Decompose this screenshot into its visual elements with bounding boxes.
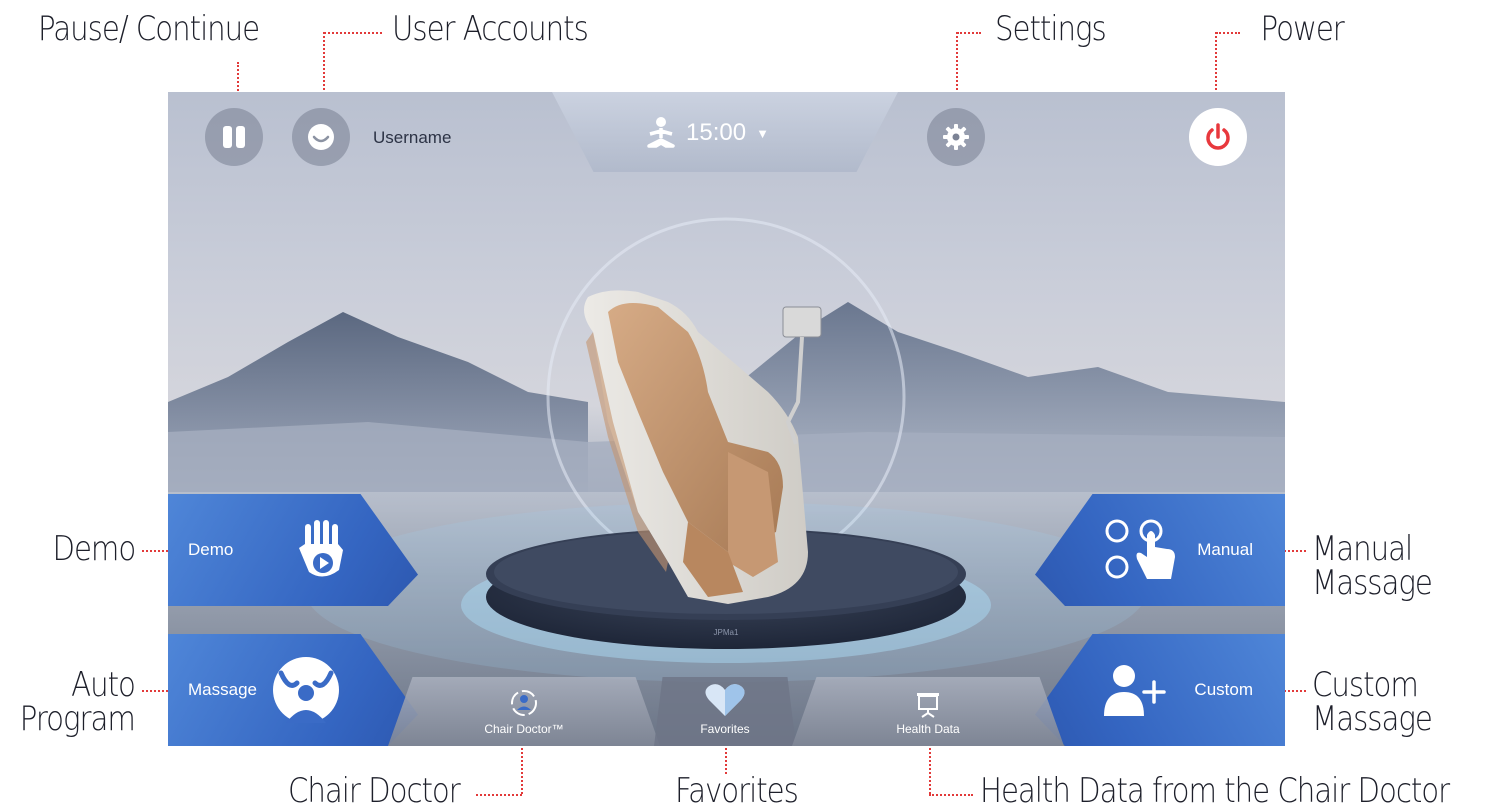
chevron-down-icon: ▼ bbox=[756, 125, 769, 141]
favorites-label: Favorites bbox=[700, 722, 750, 736]
leader-line-power bbox=[1216, 32, 1240, 34]
callout-power: Power bbox=[1260, 9, 1345, 49]
timer-value: 15:00 bbox=[686, 119, 747, 146]
callout-auto-program-l2: Program bbox=[19, 699, 136, 739]
pause-icon bbox=[223, 126, 245, 148]
callout-user-accounts: User Accounts bbox=[392, 9, 589, 49]
settings-button[interactable] bbox=[927, 108, 985, 166]
callout-pause-continue: Pause/ Continue bbox=[38, 9, 260, 49]
callout-manual-massage-l2: Massage bbox=[1312, 563, 1433, 603]
leader-line-health-data bbox=[929, 794, 973, 796]
callout-custom-massage: Custom Massage bbox=[1312, 665, 1433, 739]
gear-icon bbox=[943, 124, 969, 150]
callout-auto-program-l1: Auto bbox=[71, 665, 136, 705]
leader-line-favorites bbox=[725, 748, 727, 774]
chair-doctor-tab[interactable]: Chair Doctor™ bbox=[388, 677, 660, 746]
callout-auto-program: Auto Program bbox=[19, 665, 136, 739]
meditation-person-icon bbox=[647, 117, 675, 148]
base-brand-text: JPMa1 bbox=[714, 628, 739, 637]
health-data-tab[interactable]: Health Data bbox=[792, 677, 1064, 746]
leader-line-health-data-v bbox=[929, 748, 931, 794]
chair-doctor-label: Chair Doctor™ bbox=[484, 722, 564, 736]
callout-manual-massage: Manual Massage bbox=[1312, 529, 1433, 603]
massage-chair-screen: JPMa1 Username 15:00 ▼ Demo Massage Manu… bbox=[168, 92, 1285, 746]
leader-line-power-v bbox=[1215, 32, 1217, 98]
health-data-label: Health Data bbox=[896, 722, 960, 736]
callout-manual-massage-l1: Manual bbox=[1312, 529, 1413, 569]
callout-custom-massage-l1: Custom bbox=[1312, 665, 1419, 705]
smiley-user-icon bbox=[308, 124, 334, 150]
leader-line-user-accounts-v bbox=[323, 32, 325, 98]
favorites-tab[interactable]: Favorites bbox=[654, 677, 796, 746]
massage-person-icon bbox=[272, 657, 339, 723]
timer-selector[interactable]: 15:00 ▼ bbox=[646, 116, 769, 150]
username-label[interactable]: Username bbox=[373, 128, 451, 148]
massage-label: Massage bbox=[188, 680, 257, 699]
leader-line-chair-doctor-v bbox=[521, 748, 523, 794]
leader-line-chair-doctor bbox=[476, 794, 522, 796]
manual-touch-icon bbox=[1105, 519, 1176, 579]
presentation-board-icon bbox=[917, 693, 939, 718]
chair-doctor-icon bbox=[511, 690, 537, 716]
callout-chair-doctor: Chair Doctor bbox=[288, 771, 461, 811]
callout-demo: Demo bbox=[52, 529, 136, 569]
hand-play-icon bbox=[299, 520, 344, 577]
pause-button[interactable] bbox=[205, 108, 263, 166]
manual-label: Manual bbox=[1197, 540, 1253, 559]
leader-line-settings-v bbox=[956, 32, 958, 98]
add-user-icon bbox=[1104, 665, 1167, 716]
heart-icon bbox=[705, 684, 745, 716]
power-icon bbox=[1206, 123, 1230, 150]
custom-label: Custom bbox=[1194, 680, 1253, 699]
leader-line-settings bbox=[957, 32, 981, 34]
callout-favorites: Favorites bbox=[674, 771, 799, 811]
user-account-button[interactable] bbox=[292, 108, 350, 166]
leader-line-user-accounts bbox=[324, 32, 382, 34]
demo-label: Demo bbox=[188, 540, 234, 559]
callout-custom-massage-l2: Massage bbox=[1312, 699, 1433, 739]
power-button[interactable] bbox=[1189, 108, 1247, 166]
callout-settings: Settings bbox=[995, 9, 1107, 49]
callout-health-data: Health Data from the Chair Doctor bbox=[980, 771, 1450, 811]
